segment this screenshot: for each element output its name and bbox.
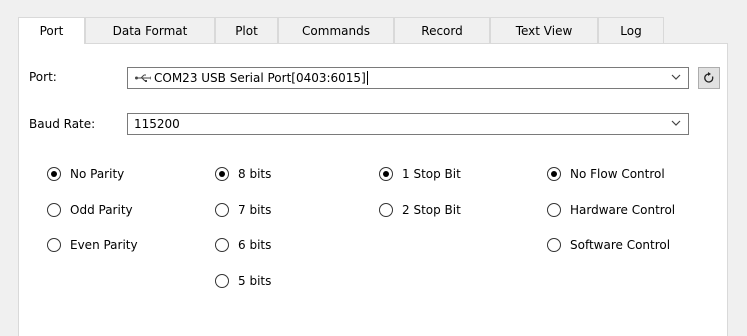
radio-circle [215,167,229,181]
radio-circle [379,203,393,217]
tab-label: Data Format [112,23,188,38]
usb-icon [135,73,151,83]
radio-label: 5 bits [238,274,272,288]
tab-label: Log [620,23,642,38]
radio-7-bits[interactable]: 7 bits [215,201,271,219]
tab-label: Commands [302,23,370,38]
radio-circle [215,203,229,217]
radio-no-flow-control[interactable]: No Flow Control [547,165,665,183]
radio-5-bits[interactable]: 5 bits [215,272,271,290]
radio-circle [379,167,393,181]
tab-text-view[interactable]: Text View [490,17,598,43]
chevron-down-icon [671,120,681,126]
radio-1-stop-bit[interactable]: 1 Stop Bit [379,165,461,183]
radio-label: Hardware Control [570,203,676,217]
baud-rate-label: Baud Rate: [29,117,96,131]
radio-8-bits[interactable]: 8 bits [215,165,271,183]
radio-odd-parity[interactable]: Odd Parity [47,201,133,219]
tab-label: Record [421,23,463,38]
radio-even-parity[interactable]: Even Parity [47,236,138,254]
radio-circle [547,203,561,217]
radio-label: No Parity [70,167,125,181]
radio-no-parity[interactable]: No Parity [47,165,124,183]
radio-label: Even Parity [70,238,138,252]
radio-circle [47,203,61,217]
radio-label: Odd Parity [70,203,133,217]
text-cursor [366,71,368,85]
port-select[interactable]: COM23 USB Serial Port[0403:6015] [127,67,689,89]
tab-label: Plot [235,23,258,38]
radio-circle [547,167,561,181]
tab-record[interactable]: Record [394,17,490,43]
radio-label: 7 bits [238,203,272,217]
radio-circle [215,274,229,288]
radio-label: 2 Stop Bit [402,203,461,217]
baud-rate-select[interactable]: 115200 [127,113,689,135]
radio-hardware-control[interactable]: Hardware Control [547,201,675,219]
tab-label: Port [39,24,64,38]
radio-label: 8 bits [238,167,272,181]
radio-circle [47,238,61,252]
tab-commands[interactable]: Commands [278,17,394,43]
radio-circle [47,167,61,181]
chevron-down-icon [671,74,681,80]
radio-6-bits[interactable]: 6 bits [215,236,271,254]
radio-label: 6 bits [238,238,272,252]
tab-port[interactable]: Port [18,17,85,44]
baud-rate-value: 115200 [134,117,180,131]
tab-data-format[interactable]: Data Format [85,17,215,43]
radio-circle [215,238,229,252]
port-label: Port: [29,70,57,84]
tab-plot[interactable]: Plot [215,17,278,43]
tab-log[interactable]: Log [598,17,664,43]
radio-software-control[interactable]: Software Control [547,236,670,254]
radio-circle [547,238,561,252]
radio-2-stop-bit[interactable]: 2 Stop Bit [379,201,461,219]
refresh-ports-button[interactable] [698,67,720,89]
port-value: COM23 USB Serial Port[0403:6015] [154,71,366,85]
radio-label: 1 Stop Bit [402,167,461,181]
radio-label: No Flow Control [570,167,665,181]
tab-label: Text View [515,23,573,38]
radio-label: Software Control [570,238,671,252]
refresh-icon [704,72,714,83]
